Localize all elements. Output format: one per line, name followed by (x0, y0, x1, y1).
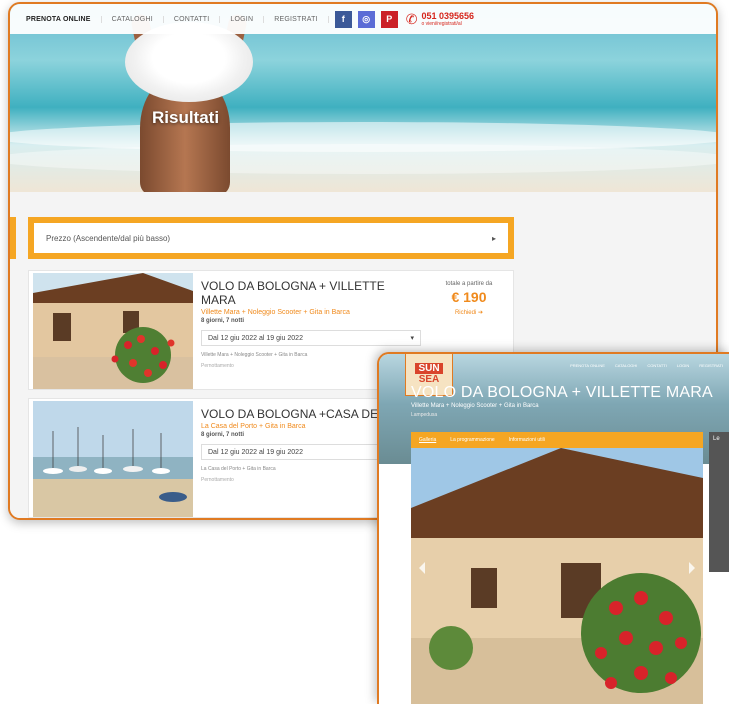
sidebar-label: Le (713, 436, 720, 442)
page-title: Risultati (152, 108, 220, 127)
result-title[interactable]: VOLO DA BOLOGNA + VILLETTE MARA (201, 279, 421, 307)
price-label: totale a partire da (445, 281, 493, 287)
hero-wave (10, 144, 716, 174)
instagram-icon[interactable]: ◎ (357, 10, 375, 28)
detail-navigation: PRENOTA ONLINE CATALOGHI CONTATTI LOGIN … (379, 354, 729, 376)
detail-window: SUN SEA PRENOTA ONLINE CATALOGHI CONTATT… (377, 352, 729, 704)
gallery-photo[interactable] (411, 448, 703, 704)
nav-item-login[interactable]: LOGIN (677, 363, 689, 368)
nav-item-contatti[interactable]: CONTATTI (164, 15, 221, 23)
facebook-icon[interactable]: f (334, 10, 352, 28)
nav-item-cataloghi[interactable]: CATALOGHI (102, 15, 164, 23)
nav-item-registrati[interactable]: REGISTRATI (264, 15, 329, 23)
nav-item-prenota[interactable]: PRENOTA ONLINE (570, 363, 605, 368)
date-select[interactable]: Dal 12 giu 2022 al 19 giu 2022 ▾ (201, 330, 421, 346)
top-navigation: PRENOTA ONLINE CATALOGHI CONTATTI LOGIN … (10, 4, 716, 34)
result-photo-harbor[interactable] (33, 401, 193, 517)
chevron-right-icon: ▸ (491, 233, 496, 243)
booking-sidebar: Le (709, 432, 729, 572)
nav-item-contatti[interactable]: CONTATTI (647, 363, 666, 368)
phone-contact[interactable]: ✆ 051 0395656 o vieni/registrati/al (406, 11, 474, 28)
request-link[interactable]: Richiedi ➔ (429, 309, 509, 316)
sort-bar: Prezzo (Ascendente/dal più basso) ▸ (28, 217, 514, 259)
phone-icon: ✆ (405, 10, 418, 27)
arrow-icon: ➔ (477, 310, 484, 316)
nav-item-login[interactable]: LOGIN (220, 15, 265, 23)
result-subtitle: Villette Mara + Noleggio Scooter + Gita … (201, 309, 350, 316)
detail-subtitle: Villette Mara + Noleggio Scooter + Gita … (411, 403, 539, 409)
hero-hat (125, 22, 253, 102)
detail-title: VOLO DA BOLOGNA + VILLETTE MARA (411, 384, 713, 401)
pinterest-icon[interactable]: P (380, 10, 398, 28)
nav-item-registrati[interactable]: REGISTRATI (699, 363, 723, 368)
price-box: totale a partire da € 190 Richiedi ➔ (429, 281, 509, 316)
result-duration: 8 giorni, 7 notti (201, 318, 244, 324)
result-photo-villa[interactable] (33, 273, 193, 389)
nav-item-cataloghi[interactable]: CATALOGHI (615, 363, 638, 368)
phone-note: o vieni/registrati/al (421, 20, 462, 27)
date-select-value: Dal 12 giu 2022 al 19 giu 2022 (208, 448, 303, 456)
price-value: € 190 (451, 289, 487, 305)
left-accent (10, 217, 16, 259)
chevron-down-icon: ▾ (410, 335, 414, 342)
detail-tabs: Galleria La programmazione Informazioni … (411, 432, 703, 448)
detail-location: Lampedusa (411, 412, 438, 418)
tab-galleria[interactable]: Galleria (419, 437, 436, 443)
sort-select-value: Prezzo (Ascendente/dal più basso) (46, 233, 171, 243)
nav-item-prenota[interactable]: PRENOTA ONLINE (16, 15, 102, 23)
date-select-value: Dal 12 giu 2022 al 19 giu 2022 (208, 334, 303, 342)
phone-number: 051 0395656 (421, 10, 474, 21)
sort-select[interactable]: Prezzo (Ascendente/dal più basso) ▸ (34, 223, 508, 253)
tab-programmazione[interactable]: La programmazione (450, 437, 494, 443)
tab-informazioni[interactable]: Informazioni utili (509, 437, 545, 443)
